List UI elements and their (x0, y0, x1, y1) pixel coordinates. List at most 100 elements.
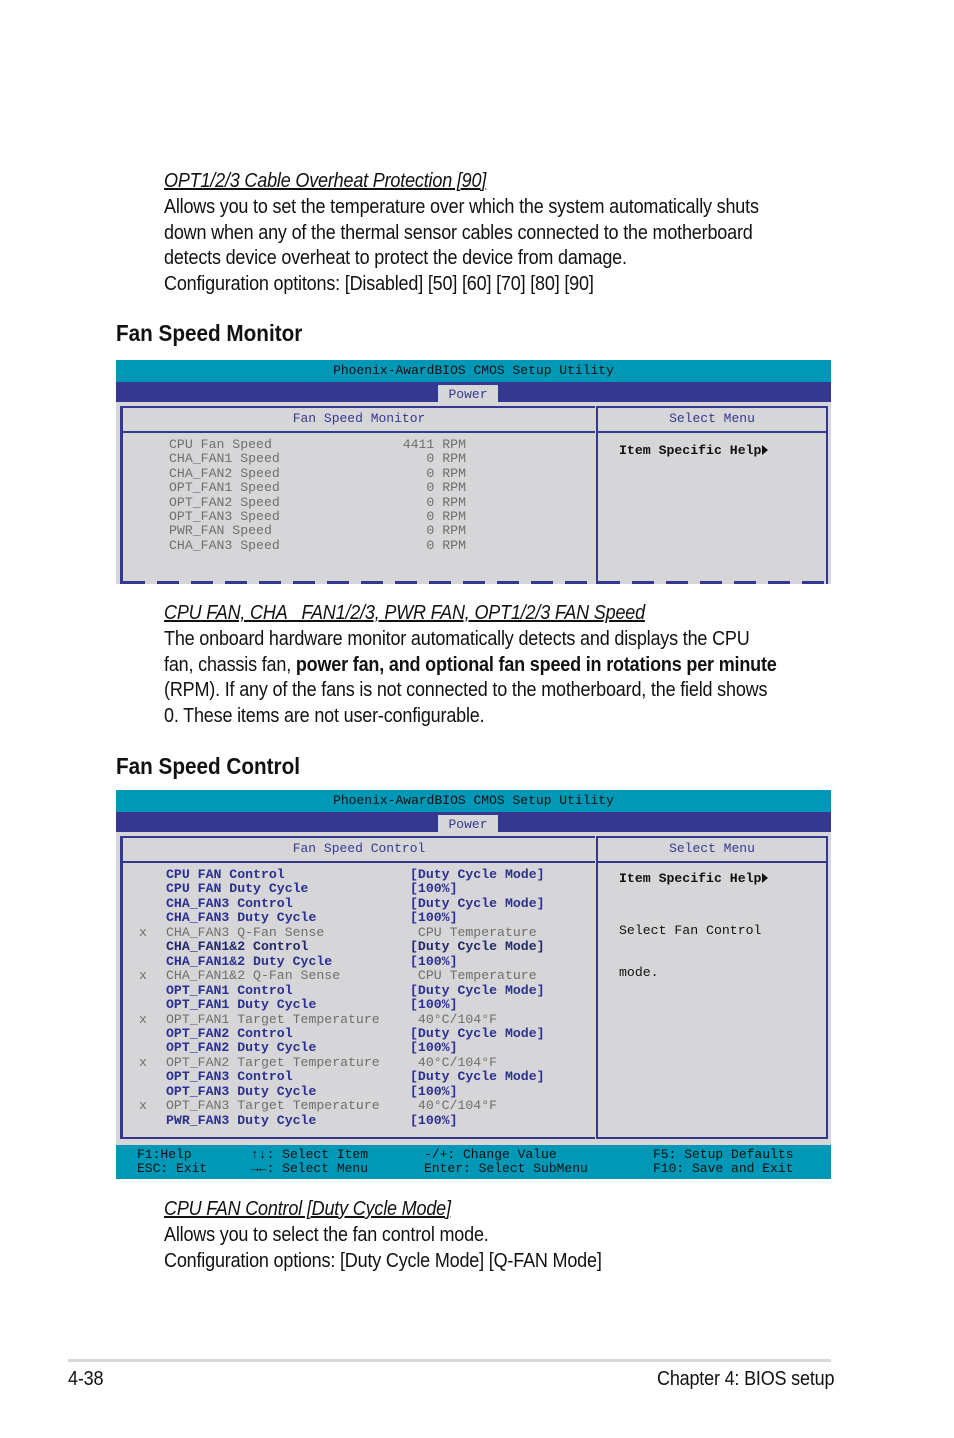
bios-key-legend: F1:Help ESC: Exit ↑↓: Select Item →←: Se… (116, 1145, 831, 1179)
setting-value[interactable]: [100%] (410, 998, 457, 1013)
setting-value[interactable]: [100%] (410, 1113, 457, 1129)
help-description-line: mode. (619, 965, 659, 980)
help-label: Item Specific Help (619, 871, 762, 886)
disabled-mark: x (139, 1011, 147, 1027)
description-line: (RPM). If any of the fans is not connect… (164, 679, 768, 702)
monitor-row: CPU Fan Speed 4411 RPM (123, 437, 595, 453)
setting-label: OPT_FAN2 Duty Cycle (166, 1040, 317, 1056)
fan-label: CHA_FAN1 Speed (169, 451, 280, 467)
cpu-fan-control-section: CPU FAN Control [Duty Cycle Mode] Allows… (164, 1197, 602, 1274)
pane-bottom-border (123, 581, 595, 584)
right-pane: Select Menu Item Specific Help Select Fa… (596, 836, 828, 1139)
right-pane-header: Select Menu (598, 838, 826, 863)
setting-row[interactable]: OPT_FAN3 Duty Cycle [100%] (123, 1083, 595, 1100)
fan-rpm-value: 4411 RPM (402, 437, 466, 452)
pane-bottom-border (123, 1137, 595, 1139)
description-line: Configuration options: [Duty Cycle Mode]… (164, 1249, 602, 1272)
setting-value[interactable]: [Duty Cycle Mode] (410, 896, 545, 912)
item-title: CPU FAN Control [Duty Cycle Mode] (164, 1198, 451, 1220)
setting-value[interactable]: [100%] (410, 1041, 457, 1056)
setting-row[interactable]: CHA_FAN1&2 Control [Duty Cycle Mode] (123, 940, 595, 955)
description-line: 0. These items are not user-configurable… (164, 705, 485, 728)
bios-body: Fan Speed Monitor CPU Fan Speed 4411 RPM C… (116, 402, 831, 584)
setting-value: CPU Temperature (410, 924, 537, 940)
setting-label: OPT_FAN1 Control (166, 982, 293, 998)
setting-value[interactable]: [100%] (410, 911, 457, 926)
setting-row[interactable]: OPT_FAN1 Duty Cycle [100%] (123, 998, 595, 1013)
right-pane-header: Select Menu (598, 408, 826, 433)
disabled-mark: x (139, 1054, 147, 1070)
bios-title-bar: Phoenix-AwardBIOS CMOS Setup Utility (116, 790, 831, 812)
disabled-mark: x (139, 968, 147, 984)
bios-tab-bar: Power (116, 382, 831, 402)
description-line: down when any of the thermal sensor cabl… (164, 221, 753, 244)
setting-value: 40°C/104°F (410, 1054, 498, 1070)
setting-value[interactable]: [Duty Cycle Mode] (410, 1026, 545, 1042)
description-line: Allows you to select the fan control mod… (164, 1223, 489, 1246)
bios-body: Fan Speed Control CPU FAN Control [Duty C… (116, 832, 831, 1139)
setting-label: CHA_FAN1&2 Duty Cycle (166, 953, 333, 969)
setting-value[interactable]: [Duty Cycle Mode] (410, 983, 545, 999)
section-heading: Fan Speed Monitor (116, 320, 303, 346)
setting-label: CHA_FAN1&2 Control (166, 939, 309, 955)
bios-tab-bar: Power (116, 812, 831, 832)
setting-row[interactable]: OPT_FAN2 Duty Cycle [100%] (123, 1041, 595, 1056)
page-number: 4-38 (68, 1368, 104, 1390)
monitor-row: CHA_FAN3 Speed 0 RPM (123, 537, 595, 554)
monitor-row: PWR_FAN Speed 0 RPM (123, 524, 595, 539)
description-line: Allows you to set the temperature over w… (164, 195, 759, 218)
fan-rpm-value: 0 RPM (426, 494, 466, 510)
setting-row[interactable]: CPU FAN Control [Duty Cycle Mode] (123, 867, 595, 883)
setting-label: OPT_FAN3 Control (166, 1069, 293, 1085)
monitor-row: OPT_FAN1 Speed 0 RPM (123, 481, 595, 496)
setting-label: CHA_FAN3 Duty Cycle (166, 910, 317, 926)
setting-value[interactable]: [100%] (410, 954, 457, 970)
fan-rpm-value: 0 RPM (426, 451, 466, 467)
description-line: The onboard hardware monitor automatical… (164, 627, 750, 650)
setting-row[interactable]: OPT_FAN3 Control [Duty Cycle Mode] (123, 1070, 595, 1085)
footer-divider (68, 1359, 831, 1362)
tab-power[interactable]: Power (438, 385, 498, 402)
setting-value[interactable]: [100%] (410, 882, 457, 897)
setting-value[interactable]: [Duty Cycle Mode] (410, 1070, 545, 1085)
disabled-mark: x (139, 1098, 147, 1114)
item-specific-help: Item Specific Help (619, 443, 769, 458)
setting-row[interactable]: CHA_FAN3 Duty Cycle [100%] (123, 911, 595, 926)
setting-value[interactable]: [100%] (410, 1084, 457, 1100)
key-exit: ESC: Exit (137, 1161, 208, 1176)
tab-power[interactable]: Power (438, 815, 498, 832)
setting-row[interactable]: OPT_FAN2 Control [Duty Cycle Mode] (123, 1025, 595, 1042)
right-pane: Select Menu Item Specific Help (596, 406, 828, 584)
bios-screen-fan-speed-control: Phoenix-AwardBIOS CMOS Setup Utility Pow… (116, 790, 831, 1179)
setting-label: CHA_FAN3 Control (166, 895, 293, 911)
item-specific-help: Item Specific Help (619, 871, 769, 886)
key-select-submenu: Enter: Select SubMenu (424, 1161, 588, 1176)
fan-label: OPT_FAN3 Speed (169, 509, 280, 524)
monitor-row: OPT_FAN3 Speed 0 RPM (123, 509, 595, 525)
section-heading: Fan Speed Control (116, 753, 301, 779)
setting-row[interactable]: CHA_FAN3 Control [Duty Cycle Mode] (123, 895, 595, 912)
setting-row[interactable]: PWR_FAN3 Duty Cycle [100%] (123, 1113, 595, 1129)
fan-label: CHA_FAN3 Speed (169, 537, 280, 553)
key-change-value: -/+: Change Value (424, 1147, 557, 1162)
help-label: Item Specific Help (619, 443, 762, 458)
setting-label: OPT_FAN2 Control (166, 1025, 293, 1041)
setting-row[interactable]: OPT_FAN1 Control [Duty Cycle Mode] (123, 982, 595, 999)
setting-row[interactable]: CHA_FAN1&2 Duty Cycle [100%] (123, 953, 595, 970)
description-line: detects device overheat to protect the d… (164, 247, 627, 270)
help-description-line: Select Fan Control (619, 923, 762, 938)
setting-label: OPT_FAN1 Duty Cycle (166, 997, 317, 1013)
setting-row: x OPT_FAN3 Target Temperature 40°C/104°F (123, 1099, 595, 1114)
setting-value[interactable]: [Duty Cycle Mode] (410, 867, 545, 883)
fan-rpm-value: 0 RPM (426, 465, 466, 481)
setting-row[interactable]: CPU FAN Duty Cycle [100%] (123, 882, 595, 897)
pane-bottom-border (598, 1137, 826, 1139)
setting-value[interactable]: [Duty Cycle Mode] (410, 940, 545, 955)
fan-label: PWR_FAN Speed (169, 523, 272, 539)
help-description: Select Fan Control mode. (619, 896, 761, 1008)
setting-row: x CHA_FAN1&2 Q-Fan Sense CPU Temperature (123, 969, 595, 984)
fan-rpm-value: 0 RPM (426, 537, 466, 553)
item-title: OPT1/2/3 Cable Overheat Protection [90] (164, 170, 487, 192)
key-setup-defaults: F5: Setup Defaults (653, 1147, 794, 1162)
setting-label: OPT_FAN3 Duty Cycle (166, 1083, 317, 1099)
